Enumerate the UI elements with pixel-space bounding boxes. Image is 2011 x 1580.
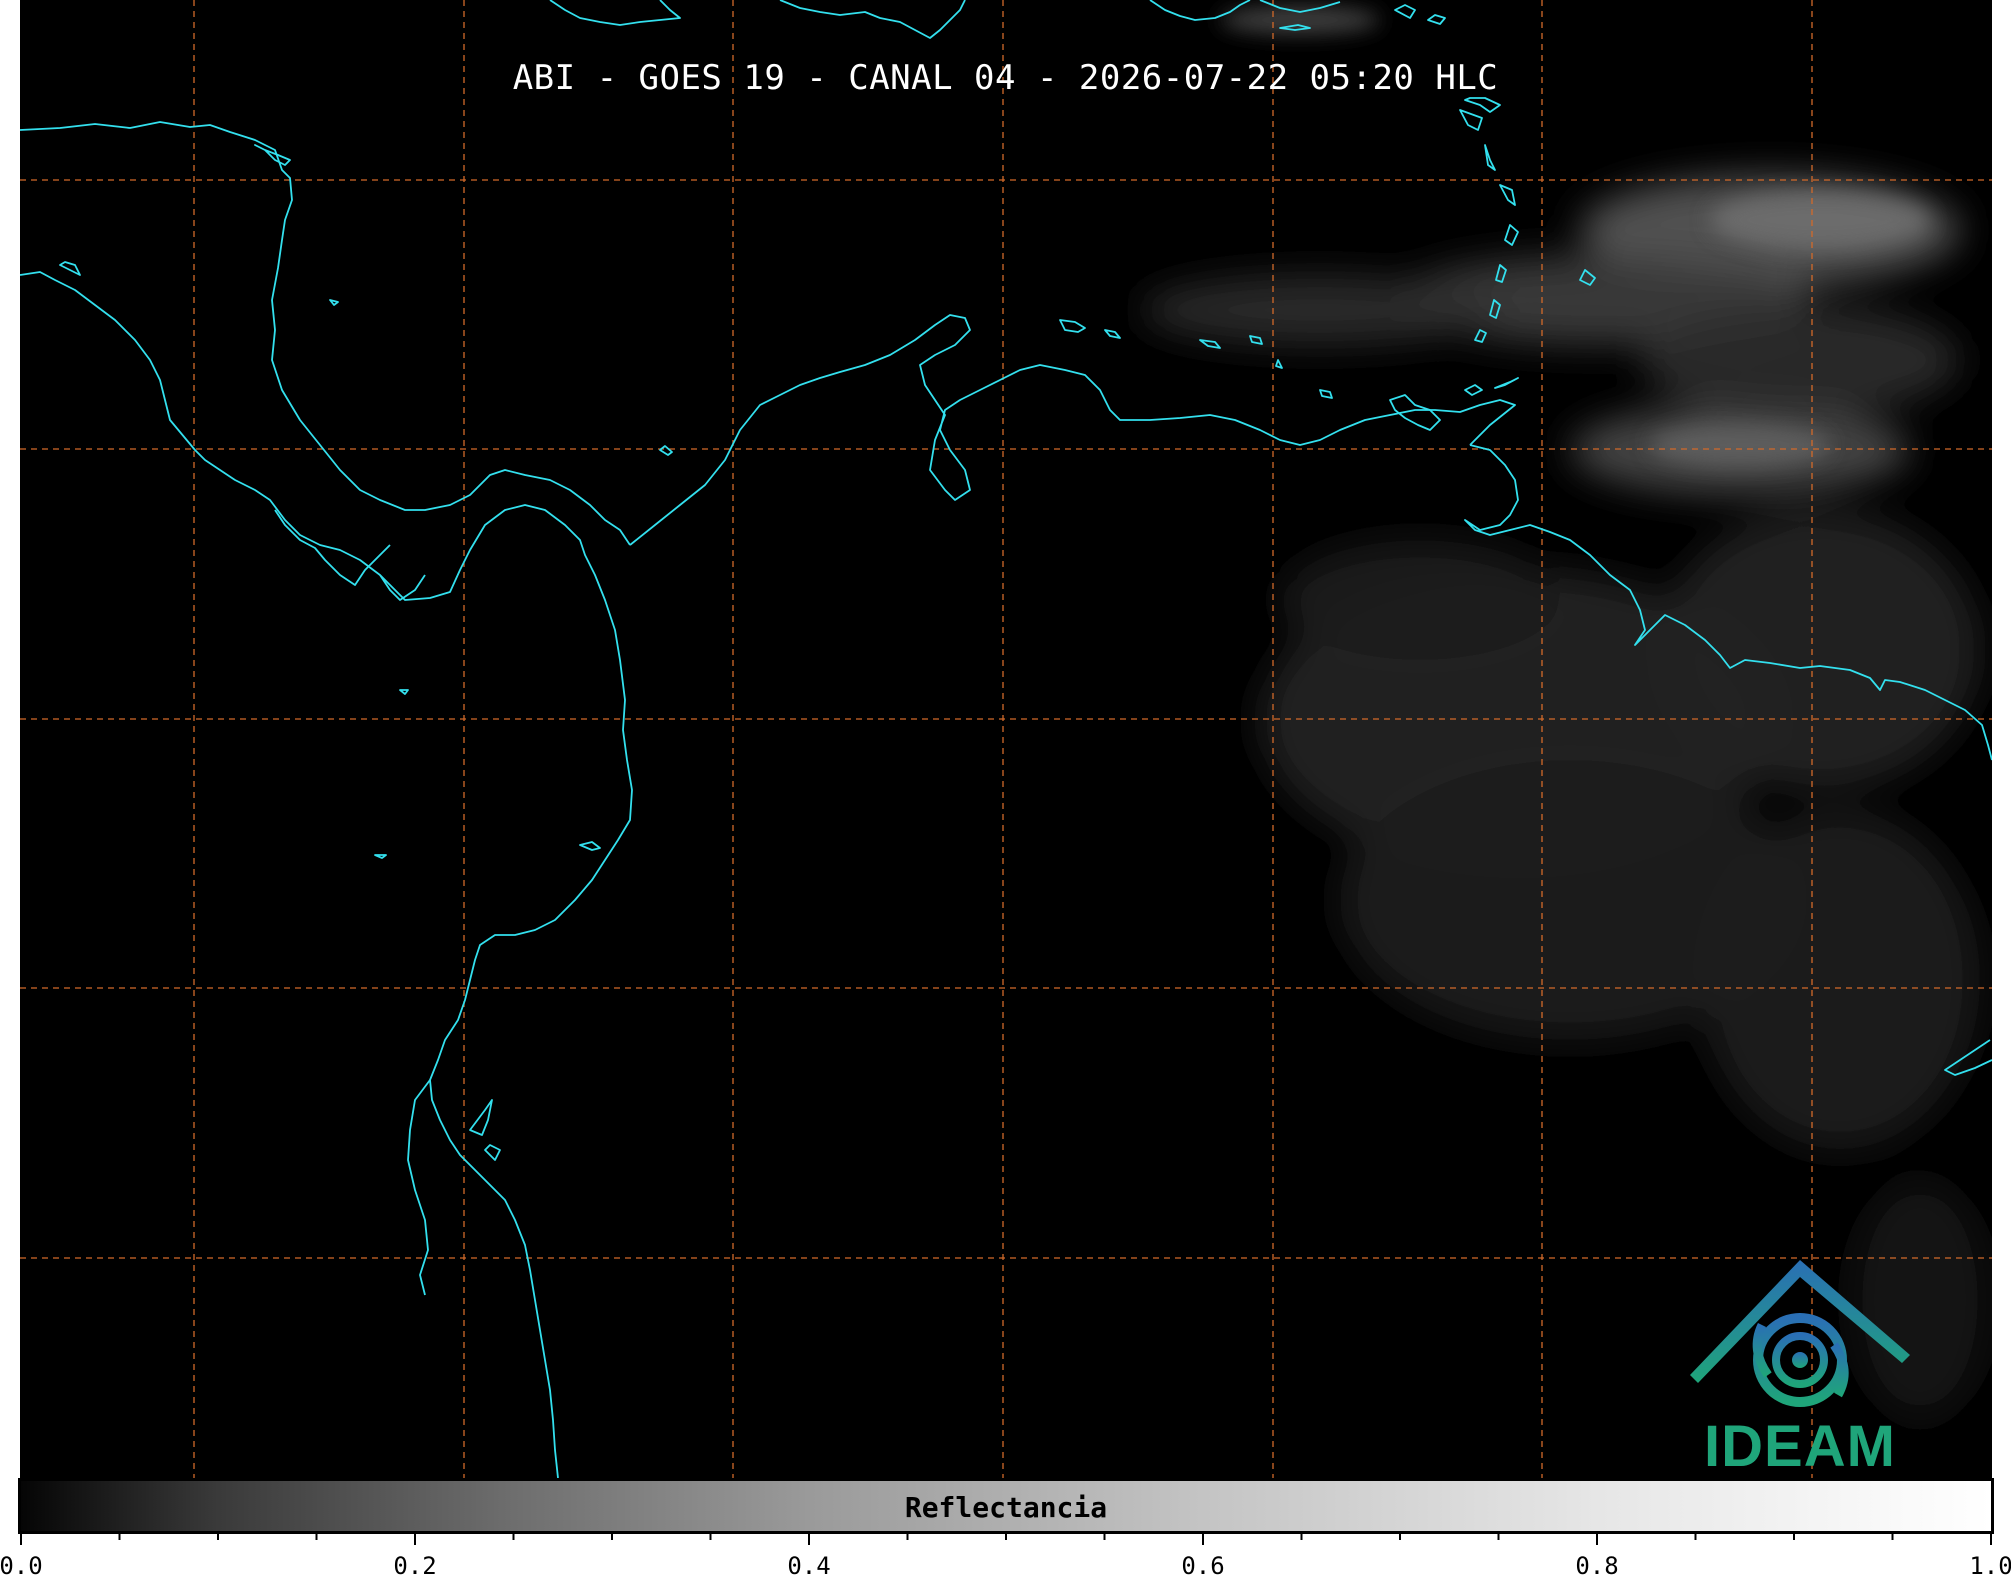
- ideam-logo-text: IDEAM: [1704, 1414, 1896, 1478]
- colorbar-tick-label: 0.8: [1575, 1552, 1619, 1580]
- colorbar-tick-label: 0.4: [787, 1552, 831, 1580]
- colorbar-tick-label: 1.0: [1969, 1552, 2011, 1580]
- cloud-cover: [1140, 175, 1990, 1420]
- ideam-logo-icon: [1690, 1260, 1910, 1407]
- colorbar-tick-label: 0.0: [0, 1552, 43, 1580]
- colorbar: Reflectancia: [18, 1478, 1994, 1534]
- colorbar-tick-label: 0.6: [1181, 1552, 1225, 1580]
- colorbar-tick-label: 0.2: [393, 1552, 437, 1580]
- colorbar-label: Reflectancia: [904, 1491, 1108, 1524]
- map-title: ABI - GOES 19 - CANAL 04 - 2026-07-22 05…: [512, 58, 1499, 98]
- satellite-map: IDEAM: [20, 0, 1992, 1478]
- ideam-logo: IDEAM: [1680, 1255, 1920, 1478]
